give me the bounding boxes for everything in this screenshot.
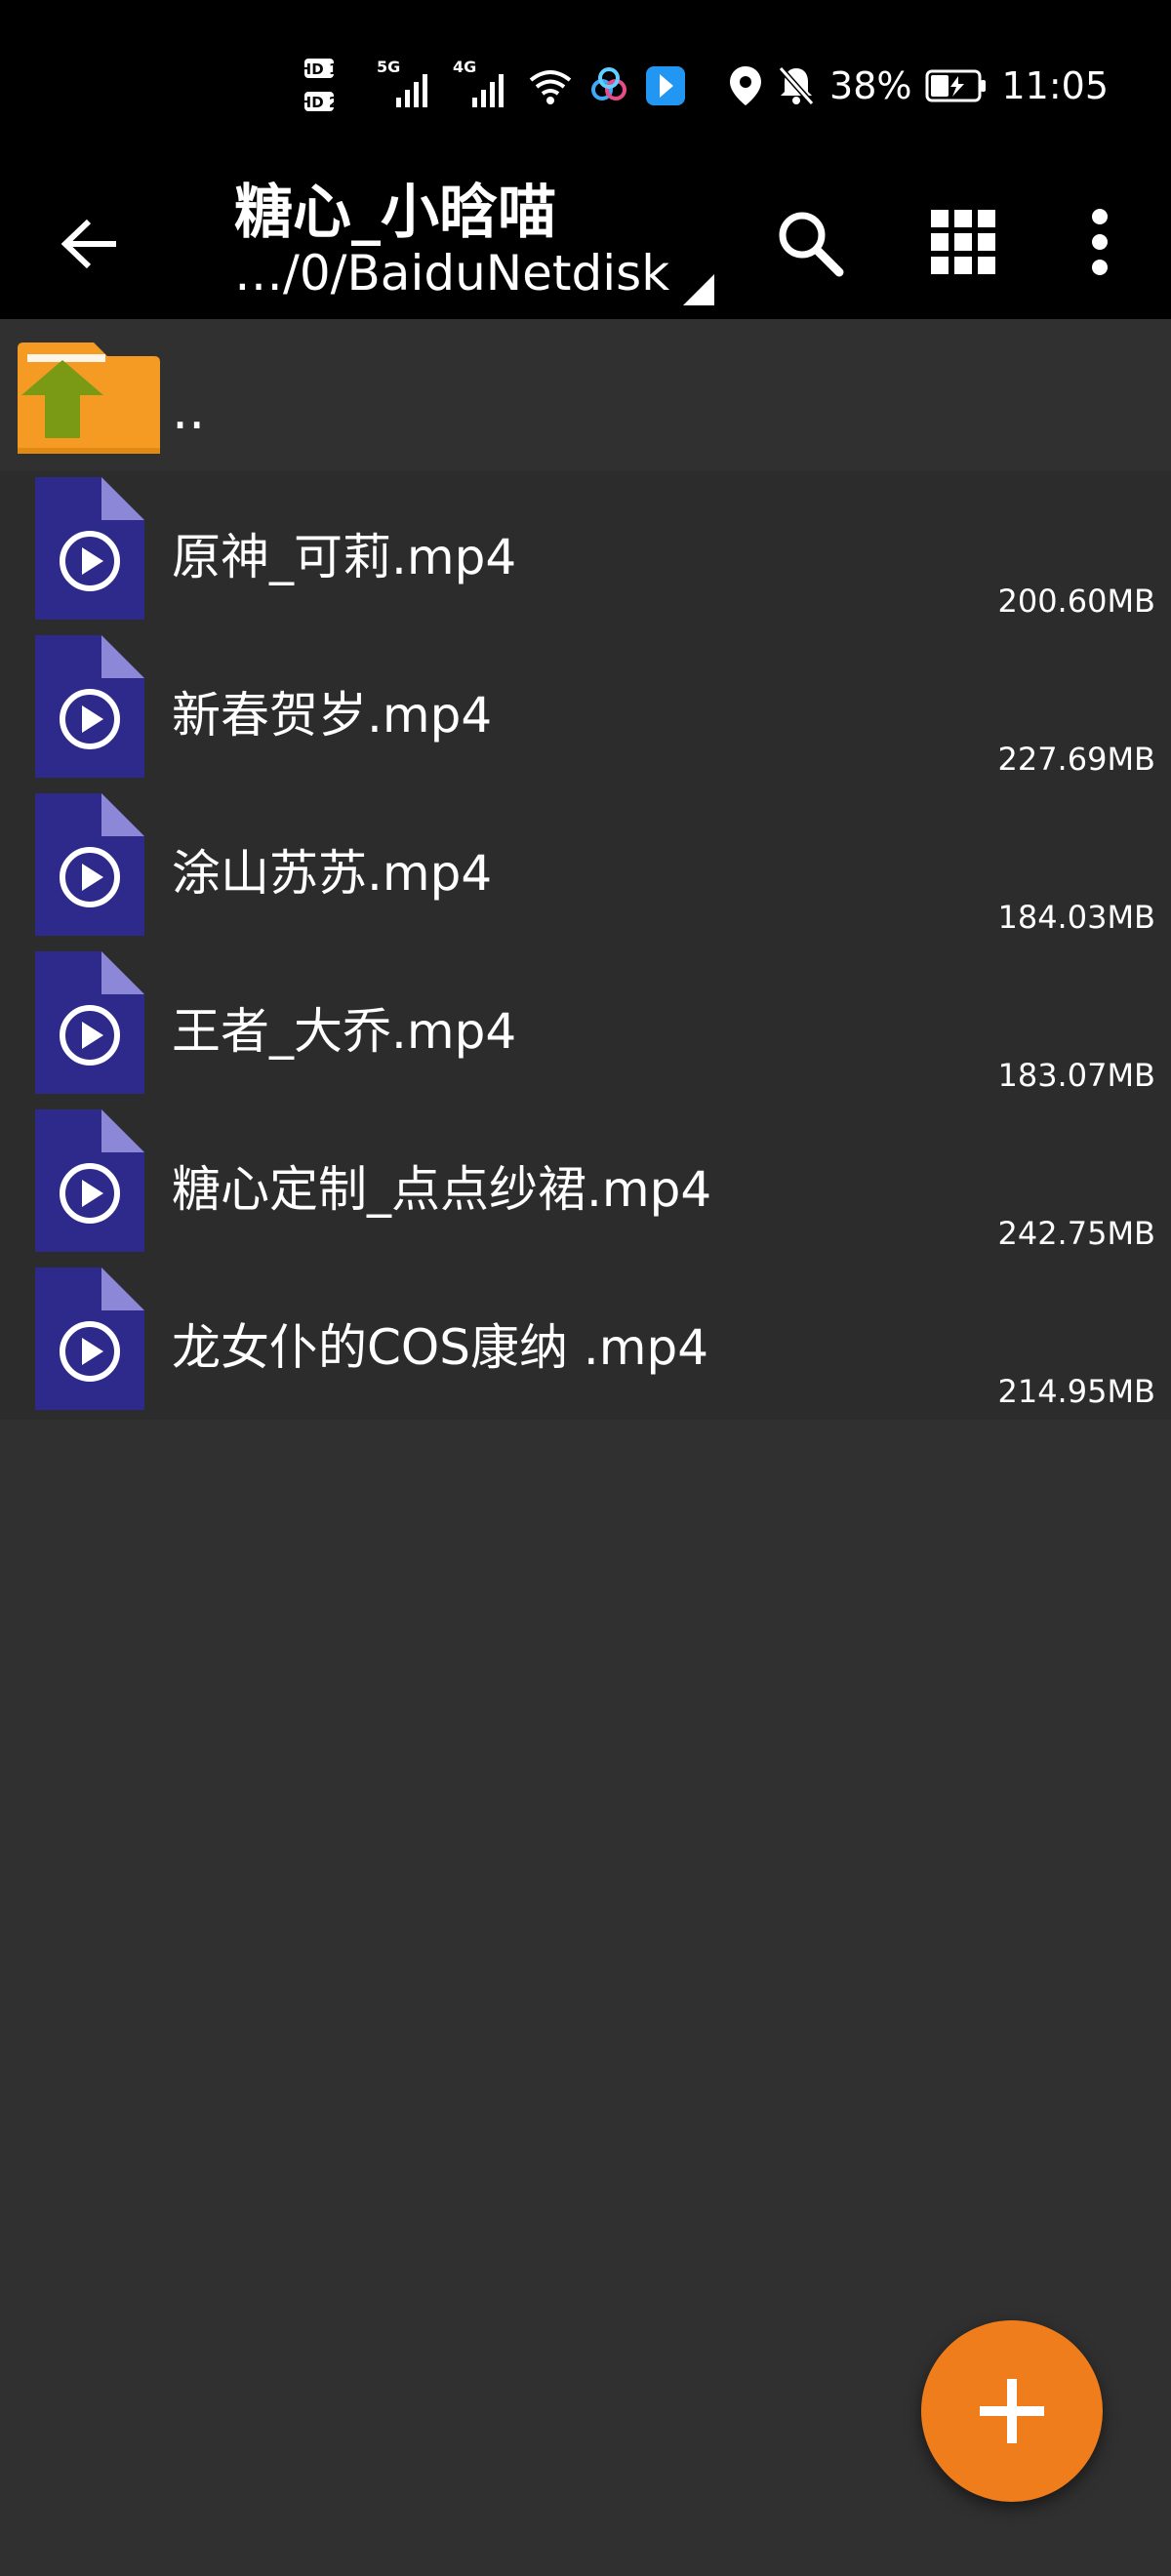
signal-5g-icon: 5G: [377, 58, 428, 107]
wifi-icon: [529, 70, 572, 104]
status-icons: HD 1 HD 2 5G 4G 38% 11:05: [303, 51, 1109, 121]
file-name: 糖心定制_点点纱裙.mp4: [172, 1161, 712, 1218]
file-name: 新春贺岁.mp4: [172, 687, 493, 744]
title-block[interactable]: 糖心_小晗喵 …/0/BaiduNetdisk: [234, 161, 742, 319]
back-button[interactable]: [39, 192, 142, 296]
app-notification-icon: [646, 66, 686, 105]
file-size: 183.07MB: [997, 1057, 1155, 1094]
hd-sim-icon: HD 1 HD 2: [303, 59, 339, 111]
current-path: …/0/BaiduNetdisk: [234, 245, 670, 302]
file-name: 王者_大乔.mp4: [172, 1003, 517, 1060]
file-name: 原神_可莉.mp4: [172, 529, 517, 585]
parent-folder-item[interactable]: ..: [0, 319, 1171, 471]
add-fab-button[interactable]: [921, 2320, 1103, 2502]
video-file-icon: [35, 635, 144, 778]
file-size: 242.75MB: [997, 1215, 1155, 1252]
location-icon: [730, 66, 762, 105]
status-bar: HD 1 HD 2 5G 4G 38% 11:05: [0, 0, 1171, 161]
file-list: .. 原神_可莉.mp4 200.60MB 新春贺岁.mp4 227.69MB …: [0, 319, 1171, 1420]
clock: 11:05: [1001, 64, 1109, 107]
file-size: 214.95MB: [997, 1373, 1155, 1410]
file-item[interactable]: 新春贺岁.mp4 227.69MB: [0, 629, 1171, 787]
more-vert-icon: [1092, 209, 1108, 275]
search-button[interactable]: [755, 188, 863, 296]
mute-bell-icon: [778, 66, 815, 105]
video-file-icon: [35, 793, 144, 936]
video-file-icon: [35, 951, 144, 1094]
linked-circles-icon: [591, 67, 627, 101]
plus-icon: [980, 2379, 1044, 2443]
grid-view-button[interactable]: [909, 188, 1017, 296]
battery-charging-icon: [925, 69, 987, 102]
parent-folder-label: ..: [172, 380, 206, 441]
file-item[interactable]: 糖心定制_点点纱裙.mp4 242.75MB: [0, 1104, 1171, 1262]
page-title: 糖心_小晗喵: [234, 179, 556, 247]
file-item[interactable]: 王者_大乔.mp4 183.07MB: [0, 946, 1171, 1104]
video-file-icon: [35, 1109, 144, 1252]
file-size: 184.03MB: [997, 899, 1155, 936]
path-dropdown-icon[interactable]: [683, 274, 714, 305]
video-file-icon: [35, 477, 144, 620]
file-name: 龙女仆的COS康纳 .mp4: [172, 1319, 709, 1376]
back-arrow-icon: [61, 219, 116, 269]
more-options-button[interactable]: [1046, 188, 1153, 296]
hd1-label: HD 1: [303, 60, 339, 78]
search-icon: [779, 212, 844, 277]
hd2-label: HD 2: [303, 94, 339, 111]
toolbar: 糖心_小晗喵 …/0/BaiduNetdisk: [0, 161, 1171, 319]
file-size: 200.60MB: [997, 583, 1155, 620]
5g-label: 5G: [377, 58, 400, 76]
folder-up-icon: [18, 342, 160, 454]
4g-label: 4G: [453, 58, 476, 76]
file-item[interactable]: 原神_可莉.mp4 200.60MB: [0, 471, 1171, 629]
file-item[interactable]: 龙女仆的COS康纳 .mp4 214.95MB: [0, 1262, 1171, 1420]
file-size: 227.69MB: [997, 741, 1155, 778]
file-name: 涂山苏苏.mp4: [172, 845, 493, 902]
grid-view-icon: [931, 210, 995, 274]
battery-percent: 38%: [829, 64, 912, 107]
file-item[interactable]: 涂山苏苏.mp4 184.03MB: [0, 787, 1171, 946]
signal-4g-icon: 4G: [453, 58, 505, 107]
video-file-icon: [35, 1268, 144, 1410]
